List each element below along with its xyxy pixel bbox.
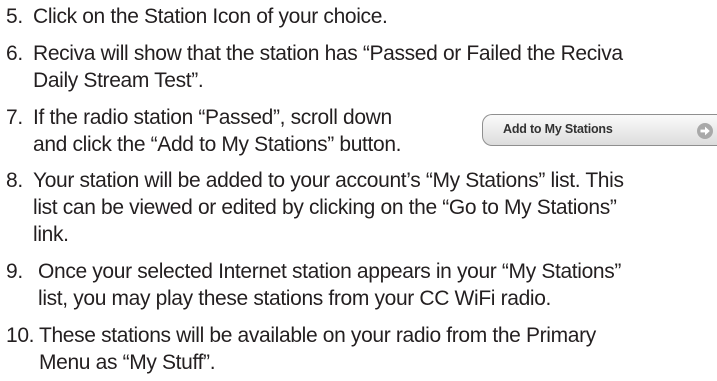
step-number: 5. bbox=[6, 5, 23, 28]
add-to-my-stations-label: Add to My Stations bbox=[503, 122, 613, 136]
step-number: 6. bbox=[6, 42, 23, 65]
step-number: 10. bbox=[6, 324, 35, 347]
instructions-document: 5. Click on the Station Icon of your cho… bbox=[0, 0, 717, 381]
arrow-right-circle-icon bbox=[697, 123, 713, 139]
step-text-line: link. bbox=[33, 223, 69, 246]
step-number: 7. bbox=[6, 106, 23, 129]
step-text-line: Daily Stream Test”. bbox=[33, 69, 204, 92]
step-text-line: list can be viewed or edited by clicking… bbox=[33, 196, 617, 219]
step-text-line: Your station will be added to your accou… bbox=[33, 169, 624, 192]
step-text-line: If the radio station “Passed”, scroll do… bbox=[33, 106, 392, 129]
step-text-line: and click the “Add to My Stations” butto… bbox=[33, 133, 402, 156]
step-text-line: Menu as “My Stuff”. bbox=[39, 351, 216, 374]
step-text-line: Reciva will show that the station has “P… bbox=[33, 42, 623, 65]
add-to-my-stations-button[interactable]: Add to My Stations bbox=[482, 114, 717, 146]
step-text-line: Once your selected Internet station appe… bbox=[38, 260, 622, 283]
step-number: 9. bbox=[6, 260, 23, 283]
step-text-line: Click on the Station Icon of your choice… bbox=[33, 5, 388, 28]
step-text-line: list, you may play these stations from y… bbox=[38, 287, 552, 310]
step-number: 8. bbox=[6, 169, 23, 192]
step-text-line: These stations will be available on your… bbox=[39, 324, 596, 347]
